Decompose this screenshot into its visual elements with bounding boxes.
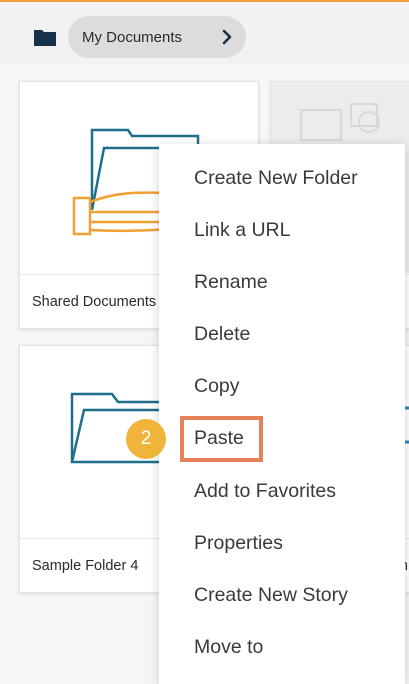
menu-item-link-a-url[interactable]: Link a URL: [194, 215, 290, 245]
chevron-right-icon: [222, 29, 232, 45]
paste-highlight-box: [180, 416, 263, 462]
menu-item-copy[interactable]: Copy: [194, 371, 240, 401]
menu-item-delete[interactable]: Delete: [194, 319, 250, 349]
context-menu: Create New Folder Link a URL Rename Dele…: [159, 144, 405, 684]
step-badge: 2: [126, 419, 166, 459]
menu-item-rename[interactable]: Rename: [194, 267, 268, 297]
menu-item-create-new-folder[interactable]: Create New Folder: [194, 163, 358, 193]
menu-item-create-new-story[interactable]: Create New Story: [194, 580, 348, 610]
breadcrumb[interactable]: My Documents: [68, 16, 246, 58]
menu-item-move-to[interactable]: Move to: [194, 632, 263, 662]
folder-icon: [34, 30, 56, 46]
breadcrumb-bar: My Documents: [0, 2, 409, 64]
menu-item-properties[interactable]: Properties: [194, 528, 283, 558]
breadcrumb-label: My Documents: [82, 28, 183, 46]
menu-item-add-to-favorites[interactable]: Add to Favorites: [194, 476, 336, 506]
